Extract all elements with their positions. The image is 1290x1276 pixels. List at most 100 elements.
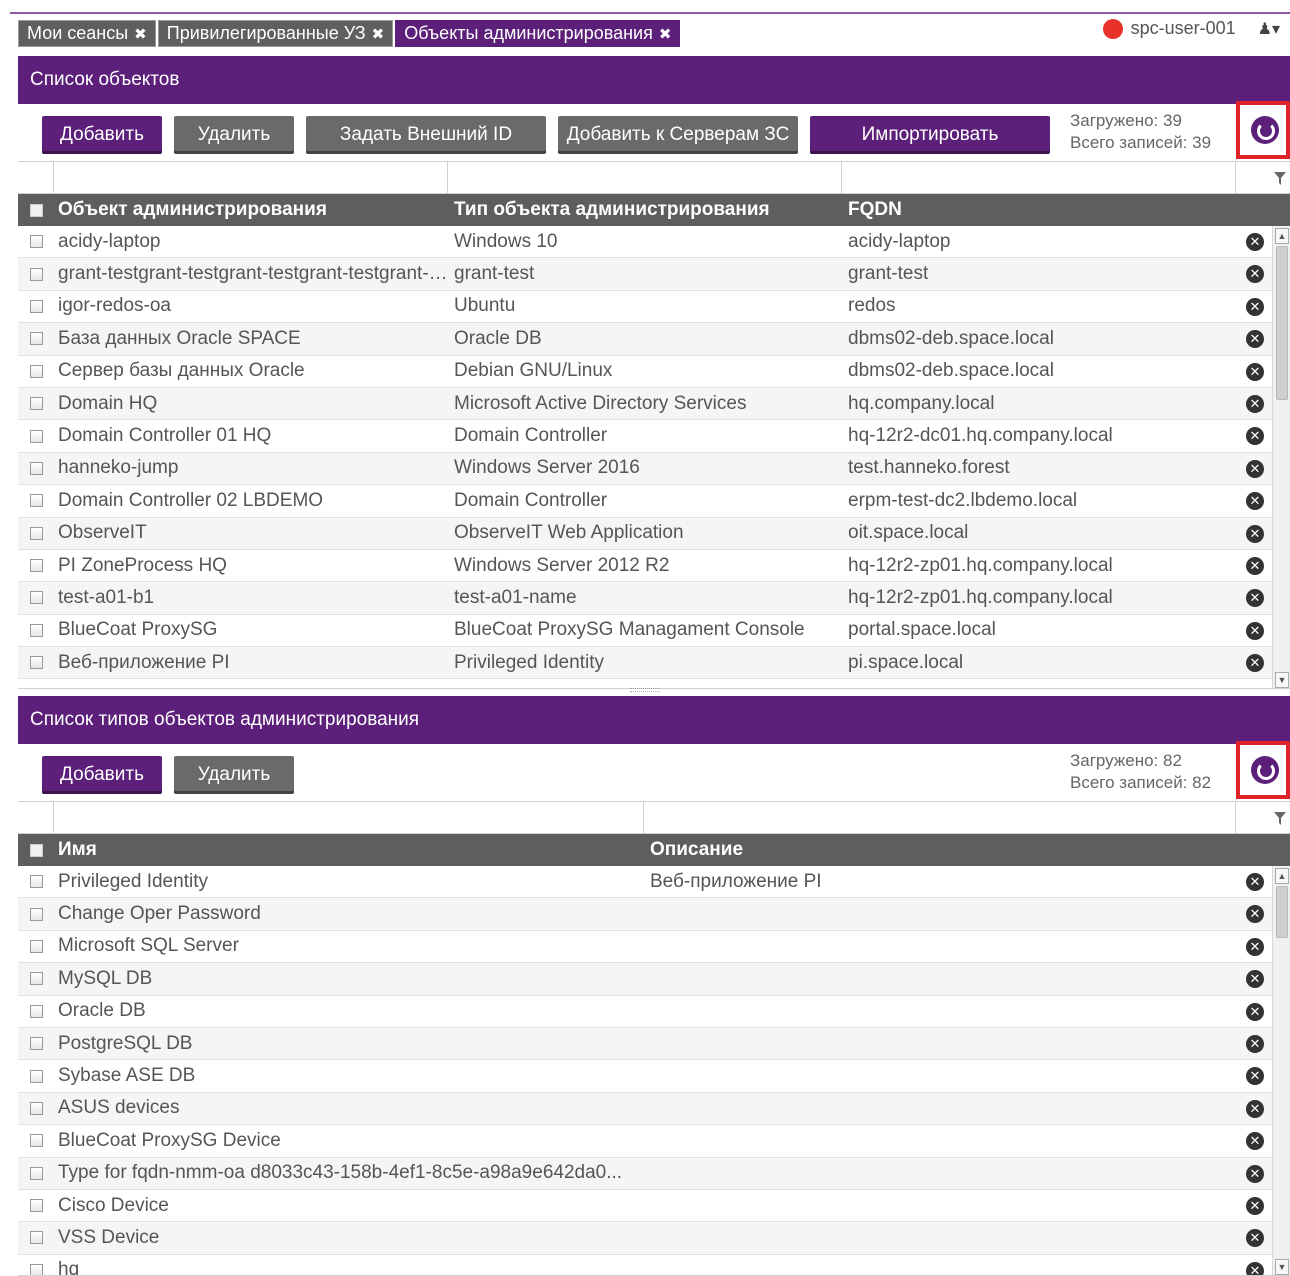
delete-row-icon[interactable]: ✕ <box>1246 654 1264 673</box>
table-row[interactable]: Type for fqdn-nmm-oa d8033c43-158b-4ef1-… <box>18 1157 1290 1190</box>
row-checkbox[interactable] <box>18 591 54 605</box>
filter-cell[interactable] <box>448 162 842 193</box>
add-to-servers-button[interactable]: Добавить к Серверам ЗС <box>558 116 798 154</box>
add-button[interactable]: Добавить <box>42 116 162 154</box>
row-checkbox[interactable] <box>18 939 54 953</box>
user-menu[interactable]: spc-user-001 ♟▾ <box>1102 18 1280 39</box>
delete-type-button[interactable]: Удалить <box>174 756 294 794</box>
row-checkbox[interactable] <box>18 267 54 281</box>
delete-row-icon[interactable]: ✕ <box>1246 492 1264 511</box>
refresh-icon[interactable] <box>1251 756 1279 784</box>
delete-row-icon[interactable]: ✕ <box>1246 265 1264 284</box>
tab-admin-objects[interactable]: Объекты администрирования ✖ <box>395 20 681 47</box>
delete-row-icon[interactable]: ✕ <box>1246 937 1264 956</box>
close-icon[interactable]: ✖ <box>659 25 672 43</box>
table-row[interactable]: test-a01-b1 test-a01-name hq-12r2-zp01.hq.… <box>18 582 1290 615</box>
scrollbar[interactable]: ▲ ▼ <box>1272 226 1290 688</box>
delete-row-icon[interactable]: ✕ <box>1246 1261 1264 1275</box>
delete-row-icon[interactable]: ✕ <box>1246 1067 1264 1086</box>
delete-row-icon[interactable]: ✕ <box>1246 1164 1264 1183</box>
tab-my-sessions[interactable]: Мои сеансы ✖ <box>18 20 156 47</box>
row-checkbox[interactable] <box>18 461 54 475</box>
scroll-up-icon[interactable]: ▲ <box>1275 868 1289 884</box>
table-row[interactable]: Oracle DB ✕ <box>18 996 1290 1028</box>
row-checkbox[interactable] <box>18 559 54 573</box>
table-row[interactable]: Domain Controller 02 LBDEMO Domain Contro… <box>18 485 1290 518</box>
delete-row-icon[interactable]: ✕ <box>1246 1196 1264 1215</box>
table-row[interactable]: Веб-приложение PI Privileged Identity pi.s… <box>18 647 1290 680</box>
row-checkbox[interactable] <box>18 1037 54 1051</box>
delete-row-icon[interactable]: ✕ <box>1246 1034 1264 1053</box>
delete-row-icon[interactable]: ✕ <box>1246 1099 1264 1118</box>
row-checkbox[interactable] <box>18 364 54 378</box>
table-row[interactable]: grant-testgrant-testgrant-testgrant-test… <box>18 258 1290 291</box>
row-checkbox[interactable] <box>18 623 54 637</box>
row-checkbox[interactable] <box>18 907 54 921</box>
add-type-button[interactable]: Добавить <box>42 756 162 794</box>
row-checkbox[interactable] <box>18 656 54 670</box>
table-row[interactable]: BlueCoat ProxySG Device ✕ <box>18 1125 1290 1158</box>
table-row[interactable]: Cisco Device ✕ <box>18 1190 1290 1223</box>
tab-privileged-accounts[interactable]: Привилегированные УЗ ✖ <box>157 20 394 47</box>
filter-cell[interactable] <box>644 802 1236 833</box>
row-checkbox[interactable] <box>18 1166 54 1180</box>
filter-cell[interactable] <box>842 162 1236 193</box>
table-row[interactable]: ObserveIT ObserveIT Web Application oit.sp… <box>18 517 1290 550</box>
delete-row-icon[interactable]: ✕ <box>1246 233 1264 251</box>
scroll-up-icon[interactable]: ▲ <box>1275 228 1289 244</box>
filter-cell[interactable] <box>54 802 644 833</box>
delete-row-icon[interactable]: ✕ <box>1246 1229 1264 1248</box>
column-header-description[interactable]: Описание <box>644 834 1236 866</box>
row-checkbox[interactable] <box>18 494 54 508</box>
close-icon[interactable]: ✖ <box>372 25 385 43</box>
table-row[interactable]: igor-redos-oa Ubuntu redos ✕ <box>18 291 1290 324</box>
delete-row-icon[interactable]: ✕ <box>1246 905 1264 924</box>
select-all-checkbox[interactable] <box>18 194 54 226</box>
row-checkbox[interactable] <box>18 526 54 540</box>
table-row[interactable]: Change Oper Password ✕ <box>18 898 1290 931</box>
import-button[interactable]: Импортировать <box>810 116 1050 154</box>
row-checkbox[interactable] <box>18 1231 54 1245</box>
delete-row-icon[interactable]: ✕ <box>1246 589 1264 608</box>
table-row[interactable]: Сервер базы данных Oracle Debian GNU/Linu… <box>18 356 1290 388</box>
table-row[interactable]: Microsoft SQL Server ✕ <box>18 931 1290 964</box>
table-row[interactable]: ASUS devices ✕ <box>18 1092 1290 1126</box>
filter-icon[interactable] <box>1274 812 1286 826</box>
filter-cell[interactable] <box>54 162 448 193</box>
row-checkbox[interactable] <box>18 397 54 411</box>
delete-row-icon[interactable]: ✕ <box>1246 362 1264 381</box>
table-row[interactable]: acidy-laptop Windows 10 acidy-laptop ✕ <box>18 226 1290 259</box>
user-dropdown-icon[interactable]: ♟▾ <box>1258 19 1280 39</box>
table-row[interactable]: hanneko-jump Windows Server 2016 test.hann… <box>18 452 1290 486</box>
scroll-down-icon[interactable]: ▼ <box>1275 1259 1289 1275</box>
close-icon[interactable]: ✖ <box>134 25 147 43</box>
scroll-thumb[interactable] <box>1276 246 1288 400</box>
delete-row-icon[interactable]: ✕ <box>1246 459 1264 478</box>
delete-row-icon[interactable]: ✕ <box>1246 1002 1264 1021</box>
delete-row-icon[interactable]: ✕ <box>1246 1132 1264 1151</box>
delete-row-icon[interactable]: ✕ <box>1246 427 1264 446</box>
table-row[interactable]: Domain Controller 01 HQ Domain Controller… <box>18 420 1290 453</box>
delete-row-icon[interactable]: ✕ <box>1246 621 1264 640</box>
row-checkbox[interactable] <box>18 1263 54 1275</box>
row-checkbox[interactable] <box>18 299 54 313</box>
refresh-icon[interactable] <box>1251 116 1279 144</box>
table-row[interactable]: Privileged Identity Веб-приложение PI ✕ <box>18 866 1290 899</box>
delete-row-icon[interactable]: ✕ <box>1246 970 1264 989</box>
row-checkbox[interactable] <box>18 1134 54 1148</box>
row-checkbox[interactable] <box>18 235 54 249</box>
table-row[interactable]: BlueCoat ProxySG BlueCoat ProxySG Managam… <box>18 615 1290 648</box>
delete-row-icon[interactable]: ✕ <box>1246 524 1264 543</box>
table-row[interactable]: MySQL DB ✕ <box>18 963 1290 996</box>
splitter-handle[interactable] <box>630 688 660 692</box>
scrollbar[interactable]: ▲ ▼ <box>1272 866 1290 1275</box>
table-row[interactable]: Sybase ASE DB ✕ <box>18 1060 1290 1093</box>
row-checkbox[interactable] <box>18 875 54 889</box>
row-checkbox[interactable] <box>18 429 54 443</box>
scroll-down-icon[interactable]: ▼ <box>1275 672 1289 688</box>
row-checkbox[interactable] <box>18 972 54 986</box>
delete-row-icon[interactable]: ✕ <box>1246 394 1264 413</box>
column-header-name[interactable]: Имя <box>54 834 644 866</box>
row-checkbox[interactable] <box>18 1069 54 1083</box>
table-row[interactable]: База данных Oracle SPACE Oracle DB dbms02-… <box>18 323 1290 356</box>
